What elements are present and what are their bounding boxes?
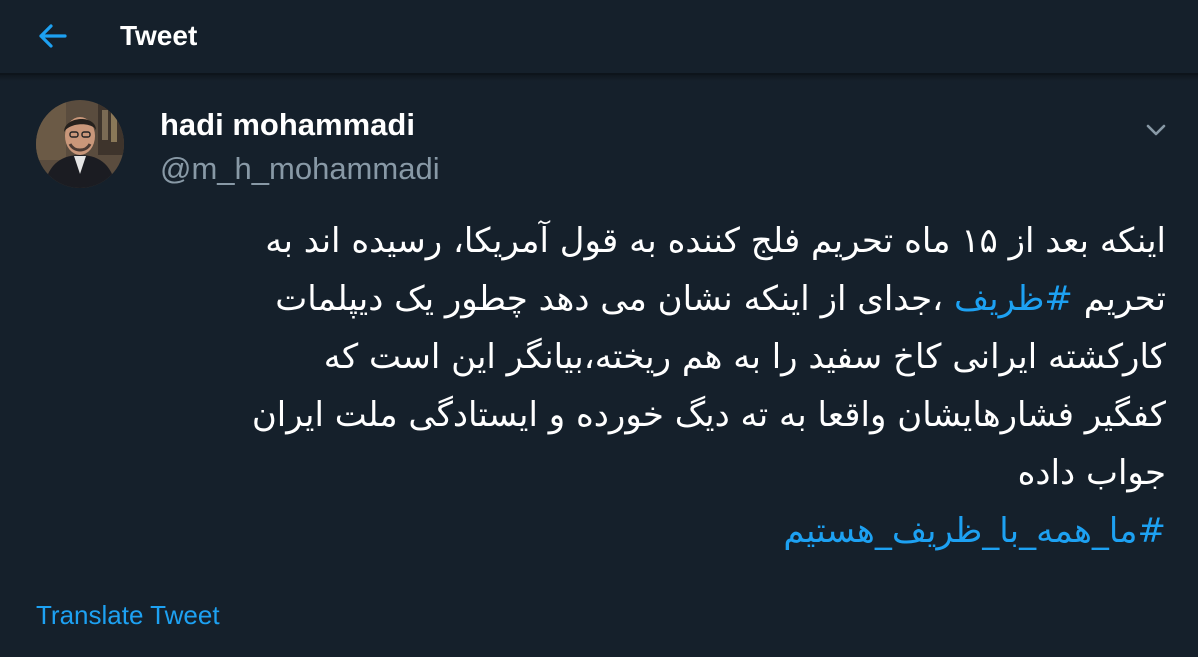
hashtag-link[interactable]: #ما_همه_با_ظریف_هستیم	[40, 502, 1166, 560]
tweet-line: کارکشته ایرانی کاخ سفید را به هم ریخته،ب…	[323, 337, 1166, 377]
top-bar: Tweet	[0, 0, 1198, 75]
tweet-text: اینکه بعد از ۱۵ ماه تحریم فلج کننده به ق…	[40, 212, 1166, 560]
arrow-left-icon	[39, 24, 67, 48]
back-button[interactable]	[30, 16, 76, 56]
tweet-line: اینکه بعد از ۱۵ ماه تحریم فلج کننده به ق…	[265, 221, 1166, 261]
author-handle[interactable]: @m_h_mohammadi	[160, 150, 440, 188]
hashtag-link[interactable]: #ظریف	[954, 279, 1073, 319]
avatar[interactable]	[36, 100, 124, 188]
tweet-line: کفگیر فشارهایشان واقعا به ته دیگ خورده و…	[251, 395, 1166, 435]
tweet-menu-button[interactable]	[1140, 116, 1172, 144]
tweet-line: تحریم #ظریف ،جدای از اینکه نشان می دهد چ…	[40, 270, 1166, 328]
author-name[interactable]: hadi mohammadi	[160, 106, 415, 144]
tweet-text-fragment: ،جدای از اینکه نشان می دهد چطور یک دیپلم…	[275, 279, 954, 319]
header-divider	[0, 75, 1198, 81]
tweet-text-fragment: تحریم	[1072, 279, 1166, 319]
tweet-line: جواب داده	[1017, 453, 1166, 493]
page-title: Tweet	[120, 20, 198, 51]
translate-tweet-link[interactable]: Translate Tweet	[36, 598, 220, 632]
chevron-down-icon	[1146, 124, 1166, 136]
